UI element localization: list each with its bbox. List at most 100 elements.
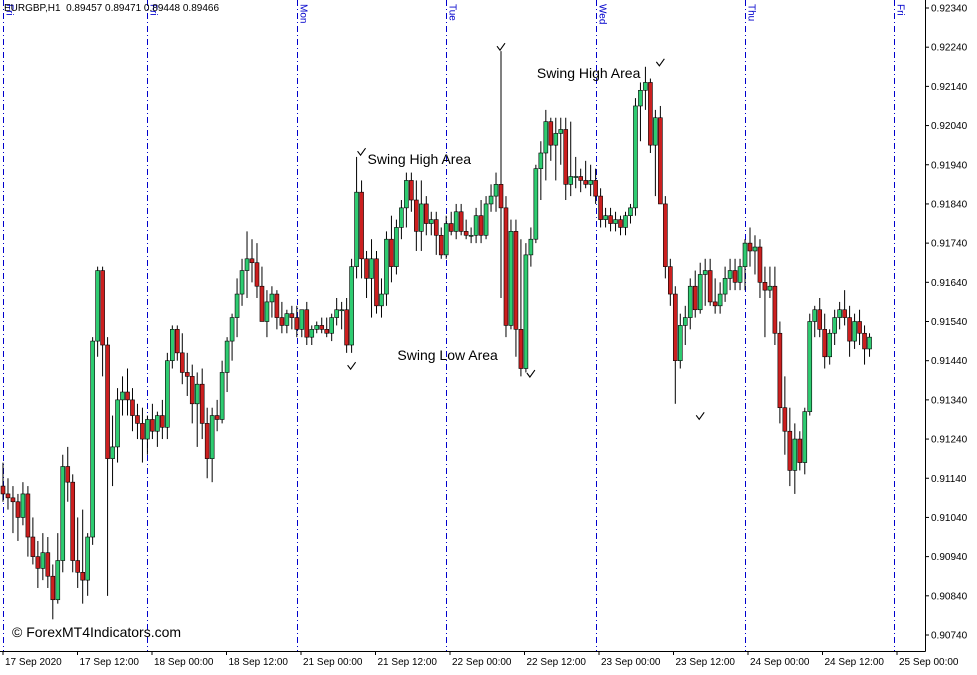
- candle: [623, 211, 628, 236]
- chart-canvas[interactable]: Fri Fri Mon Tue Wed Thu Fri 0.923400.922400.92…: [0, 0, 977, 670]
- candle: [837, 301, 842, 330]
- x-tick-label: 23 Sep 00:00: [601, 657, 661, 668]
- candle: [633, 98, 638, 216]
- swing-check-mark: [526, 369, 536, 378]
- symbol-header: EURGBP,H1 0.89457 0.89471 0.89448 0.8946…: [4, 3, 219, 14]
- candlesticks: [0, 51, 872, 620]
- candle-body-bear: [0, 485, 6, 495]
- candle-body-bear: [204, 423, 210, 459]
- candle-body-bull: [20, 493, 26, 518]
- candle: [782, 376, 788, 455]
- candle: [563, 117, 569, 201]
- candle-body-bull: [677, 325, 683, 361]
- candle: [179, 333, 185, 385]
- candle-body-bull: [508, 231, 514, 326]
- candle-body-bull: [558, 129, 564, 134]
- candle-body-bear: [822, 329, 828, 358]
- x-tick-label: 21 Sep 12:00: [378, 657, 438, 668]
- candle: [359, 180, 364, 279]
- candle: [573, 156, 579, 189]
- candle: [847, 305, 852, 357]
- candle-body-bear: [732, 270, 738, 283]
- candle: [827, 329, 832, 365]
- candle: [643, 66, 648, 110]
- candle: [125, 368, 130, 416]
- candle: [274, 290, 280, 330]
- candle: [533, 164, 539, 244]
- candle-body-bull: [90, 340, 95, 538]
- candle: [384, 231, 389, 306]
- candle-body-bull: [394, 227, 399, 267]
- candle: [20, 482, 26, 526]
- candle-body-bear: [319, 325, 325, 330]
- candle: [389, 215, 394, 283]
- candle: [648, 78, 653, 153]
- candle: [120, 376, 125, 416]
- candle-body-bear: [448, 223, 454, 232]
- candle-body-bear: [548, 121, 554, 146]
- candle-body-bear: [762, 282, 768, 291]
- candle-body-bear: [772, 285, 778, 334]
- y-tick-label: 0.90740: [931, 631, 968, 642]
- candle: [428, 211, 434, 236]
- candle-body-bull: [95, 270, 100, 342]
- candle-body-bull: [110, 446, 115, 459]
- swing-annotation-label: Swing High Area: [367, 150, 472, 167]
- candle-body-bull: [309, 329, 315, 338]
- candle-body-bull: [299, 309, 305, 330]
- candle: [354, 156, 359, 279]
- candle: [702, 258, 708, 306]
- candle-body-bear: [15, 501, 21, 518]
- candle-body-bull: [194, 383, 200, 405]
- candle: [0, 462, 6, 502]
- candle: [214, 399, 220, 432]
- candle: [364, 250, 369, 298]
- candle: [324, 317, 330, 338]
- candle-body-bear: [30, 536, 36, 557]
- candle: [254, 243, 260, 298]
- candle: [65, 446, 71, 502]
- candle-body-bull: [349, 266, 354, 346]
- candle-body-bear: [672, 293, 678, 361]
- candle-body-bull: [523, 254, 529, 369]
- candle-body-bear: [578, 176, 583, 181]
- candle: [852, 313, 857, 349]
- candle: [199, 368, 205, 440]
- candle-body-bull: [473, 215, 479, 236]
- candle-body-bear: [359, 191, 364, 260]
- price-chart[interactable]: Fri Fri Mon Tue Wed Thu Fri 0.92340 0.92240 0.92…: [0, 0, 977, 670]
- x-tick-label: 17 Sep 2020: [5, 657, 62, 668]
- candle: [737, 258, 743, 291]
- candle-body-bull: [837, 309, 842, 318]
- candle-body-bull: [682, 317, 688, 326]
- candle-body-bull: [483, 203, 489, 236]
- candle-body-bull: [384, 238, 389, 295]
- candle: [374, 250, 379, 314]
- candle: [219, 360, 225, 424]
- candle-body-bear: [712, 301, 718, 307]
- candle: [264, 290, 270, 338]
- candle-body-bear: [409, 180, 414, 201]
- candle-body-bear: [249, 258, 255, 264]
- candle: [309, 325, 315, 346]
- candle-body-bear: [324, 329, 330, 334]
- candle-body-bear: [5, 493, 11, 499]
- candle-body-bull: [767, 285, 773, 291]
- candle-body-bear: [45, 552, 51, 577]
- candle: [289, 305, 295, 330]
- day-separator-label: Tue: [447, 4, 458, 21]
- candle: [453, 203, 459, 240]
- candle-body-bull: [209, 415, 215, 459]
- candle: [613, 211, 618, 232]
- candle: [135, 403, 140, 440]
- candle-body-bull: [234, 293, 240, 318]
- swing-check-mark: [655, 58, 665, 67]
- candle: [5, 478, 11, 510]
- candle-body-bear: [135, 415, 140, 424]
- candle: [30, 517, 36, 565]
- candle: [772, 266, 778, 346]
- candle-body-bear: [583, 180, 588, 185]
- candle: [473, 207, 479, 244]
- ohlc-readout: 0.89457 0.89471 0.89448 0.89466: [66, 3, 220, 14]
- candle-body-bear: [747, 242, 753, 252]
